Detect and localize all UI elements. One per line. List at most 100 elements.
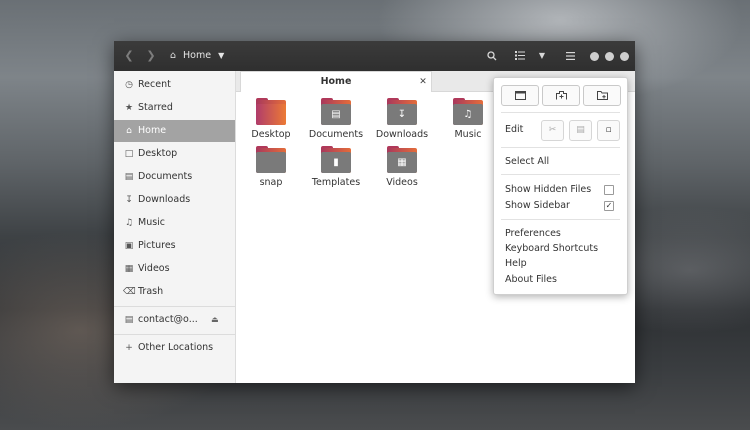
file-item-downloads[interactable]: ↧ Downloads [372,98,432,140]
show-hidden-files-item[interactable]: Show Hidden Files [505,184,591,195]
sidebar-item-trash[interactable]: ⌫ Trash [114,281,235,303]
file-item-music[interactable]: ♫ Music [438,98,498,140]
sidebar-separator [114,334,235,335]
desktop-icon: □ [124,149,134,159]
network-drive-icon: ▤ [124,315,134,325]
new-tab-button[interactable] [542,85,580,106]
header-bar: ❮ ❯ ⌂ Home ▼ ▼ [114,41,635,71]
sidebar-item-home[interactable]: ⌂ Home [114,120,235,142]
copy-button[interactable]: ▤ [569,120,592,141]
cut-button[interactable]: ✂ [541,120,564,141]
app-menu-popover: Edit ✂ ▤ ▫ Select All Show Hidden Files … [493,77,628,295]
trash-icon: ⌫ [123,287,136,297]
checkmark-icon: ✓ [605,201,613,210]
video-icon: ▦ [124,264,134,274]
file-item-videos[interactable]: ▦ Videos [372,146,432,188]
close-icon[interactable]: ✕ [417,72,429,92]
sidebar-item-label: Documents [138,171,193,182]
music-icon: ♫ [124,218,134,228]
show-sidebar-checkbox[interactable]: ✓ [604,201,614,211]
sidebar: ◷ Recent ★ Starred ⌂ Home □ Desktop ▤ Do… [114,71,236,383]
folder-downloads-icon: ↧ [387,98,417,125]
file-name: Documents [308,129,364,140]
location-label: Home [183,50,212,61]
plus-icon: + [125,343,133,353]
minimize-button[interactable] [590,52,599,61]
search-icon [487,51,497,61]
sidebar-item-music[interactable]: ♫ Music [114,212,235,234]
file-name: Videos [386,177,418,188]
sidebar-item-videos[interactable]: ▦ Videos [114,258,235,280]
folder-videos-icon: ▦ [387,146,417,173]
sidebar-item-label: Recent [138,79,171,90]
tab-home[interactable]: Home ✕ [240,71,432,92]
eject-icon[interactable]: ⏏ [211,309,219,331]
back-button[interactable]: ❮ [122,41,136,71]
sidebar-item-desktop[interactable]: □ Desktop [114,143,235,165]
file-name: Desktop [251,129,291,140]
list-view-button[interactable] [512,41,528,71]
picture-icon: ▣ [124,241,134,251]
document-icon: ▤ [124,172,134,182]
chevron-down-icon: ▼ [218,51,225,60]
home-icon: ⌂ [126,126,132,136]
file-name: Music [454,129,482,140]
sidebar-item-label: Desktop [138,148,178,159]
sidebar-item-other-locations[interactable]: + Other Locations [114,337,235,359]
view-options-button[interactable]: ▼ [536,41,548,71]
file-item-documents[interactable]: ▤ Documents [306,98,366,140]
menu-button[interactable] [562,41,578,71]
sidebar-item-label: Other Locations [138,342,214,353]
clock-icon: ◷ [125,80,133,90]
select-all-item[interactable]: Select All [505,156,549,167]
tab-label: Home [320,76,352,87]
file-item-desktop[interactable]: Desktop [241,98,301,140]
sidebar-item-pictures[interactable]: ▣ Pictures [114,235,235,257]
preferences-item[interactable]: Preferences [505,228,561,239]
list-icon [515,50,525,60]
hamburger-icon [565,52,575,60]
file-item-templates[interactable]: ▮ Templates [306,146,366,188]
show-hidden-files-checkbox[interactable] [604,185,614,195]
file-item-snap[interactable]: snap [241,146,301,188]
sidebar-item-label: Starred [138,102,173,113]
paste-icon: ▫ [605,125,612,135]
copy-icon: ▤ [576,125,585,135]
sidebar-item-label: Music [138,217,166,228]
sidebar-item-recent[interactable]: ◷ Recent [114,74,235,96]
forward-button[interactable]: ❯ [144,41,158,71]
home-icon: ⌂ [170,50,177,61]
sidebar-item-account[interactable]: ▤ contact@o... ⏏ [114,309,235,331]
sidebar-item-label: Videos [138,263,170,274]
close-window-button[interactable] [620,52,629,61]
menu-separator [501,147,620,148]
paste-button[interactable]: ▫ [597,120,620,141]
folder-icon [256,146,286,173]
sidebar-item-label: Pictures [138,240,176,251]
file-name: snap [259,177,283,188]
file-name: Templates [311,177,361,188]
folder-music-icon: ♫ [453,98,483,125]
show-sidebar-item[interactable]: Show Sidebar [505,200,570,211]
sidebar-item-starred[interactable]: ★ Starred [114,97,235,119]
sidebar-item-downloads[interactable]: ↧ Downloads [114,189,235,211]
maximize-button[interactable] [605,52,614,61]
help-item[interactable]: Help [505,258,527,269]
new-window-button[interactable] [501,85,539,106]
folder-desktop-icon [256,98,286,125]
sidebar-item-label: Trash [138,286,164,297]
new-tab-icon [555,91,567,100]
location-button[interactable]: ⌂ Home ▼ [170,41,224,71]
menu-separator [501,174,620,175]
keyboard-shortcuts-item[interactable]: Keyboard Shortcuts [505,243,598,254]
new-folder-button[interactable] [583,85,621,106]
folder-templates-icon: ▮ [321,146,351,173]
new-window-icon [514,91,526,100]
about-files-item[interactable]: About Files [505,274,557,285]
menu-separator [501,219,620,220]
sidebar-item-documents[interactable]: ▤ Documents [114,166,235,188]
edit-label: Edit [505,124,524,135]
search-button[interactable] [484,41,500,71]
sidebar-item-label: contact@o... [138,314,198,325]
scissors-icon: ✂ [548,125,557,135]
